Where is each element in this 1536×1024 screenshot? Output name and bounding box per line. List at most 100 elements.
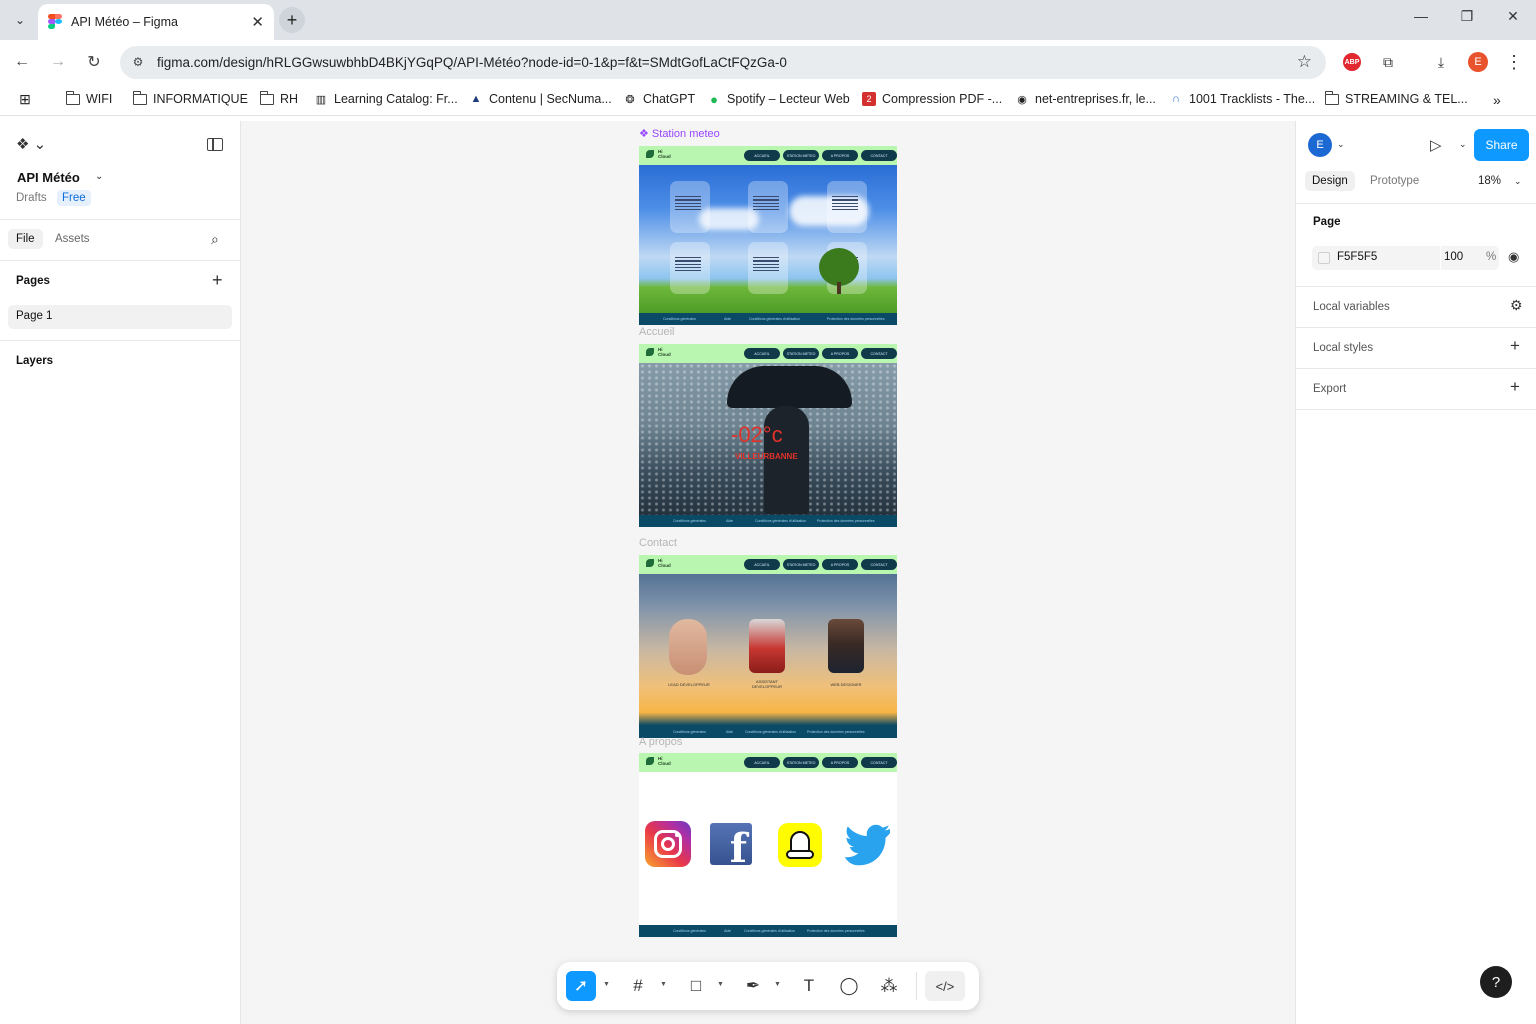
reload-icon[interactable]: ↻ [82, 50, 106, 74]
chevron-down-icon[interactable]: ▼ [660, 981, 667, 988]
nav-contact[interactable]: CONTACT [861, 150, 897, 161]
nav-a-propos[interactable]: A PROPOS [822, 348, 858, 359]
nav-contact[interactable]: CONTACT [861, 757, 897, 768]
zoom-level[interactable]: 18% [1478, 175, 1501, 187]
tab-prototype[interactable]: Prototype [1363, 171, 1426, 191]
footer-link[interactable]: Protection des données personnelles [807, 929, 865, 933]
bookmark-secnum[interactable]: ▲ Contenu | SecNuma... [469, 92, 612, 106]
apps-grid-icon[interactable]: ⊞ [18, 91, 32, 107]
chevron-down-icon[interactable]: ⌄ [1459, 139, 1467, 150]
profile-avatar[interactable]: E [1468, 52, 1488, 72]
site-settings-icon[interactable]: ⚙ [128, 52, 148, 72]
tab-close-icon[interactable]: ✕ [251, 13, 264, 31]
move-tool-icon[interactable]: ➚ [566, 971, 596, 1001]
tab-search-chevron-icon[interactable]: ⌄ [8, 8, 32, 32]
color-swatch[interactable] [1318, 252, 1330, 264]
frame-tool-icon[interactable]: # [623, 971, 653, 1001]
nav-station-meteo[interactable]: STATION METEO [783, 757, 819, 768]
chevron-down-icon[interactable]: ▼ [774, 981, 781, 988]
nav-contact[interactable]: CONTACT [861, 348, 897, 359]
local-styles-row[interactable]: Local styles [1313, 342, 1373, 354]
footer-link[interactable]: Conditions générales d'utilisation [745, 730, 796, 734]
chevron-down-icon[interactable]: ▼ [603, 981, 610, 988]
frame-label-contact[interactable]: Contact [639, 537, 677, 549]
bookmark-streaming[interactable]: STREAMING & TEL... [1325, 90, 1468, 106]
local-variables-row[interactable]: Local variables [1313, 301, 1390, 313]
frame-station-meteo[interactable]: Hi Cloud ACCUEIL STATION METEO A PROPOS … [639, 146, 897, 325]
footer-link[interactable]: Aide [726, 519, 733, 523]
collapse-panel-icon[interactable] [207, 138, 223, 151]
nav-station-meteo[interactable]: STATION METEO [783, 559, 819, 570]
extensions-icon[interactable]: ⧉ [1377, 51, 1399, 73]
page-opacity[interactable]: 100 [1444, 251, 1463, 263]
present-play-icon[interactable]: ▷ [1430, 136, 1442, 154]
footer-link[interactable]: Protection des données personnelles [807, 730, 865, 734]
variables-settings-icon[interactable]: ⚙ [1510, 297, 1523, 314]
add-page-icon[interactable]: + [212, 270, 223, 291]
maximize-icon[interactable]: ❐ [1455, 8, 1479, 25]
nav-a-propos[interactable]: A PROPOS [822, 150, 858, 161]
text-tool-icon[interactable]: T [794, 971, 824, 1001]
footer-link[interactable]: Aide [726, 730, 733, 734]
footer-link[interactable]: Conditions générales [673, 929, 706, 933]
nav-a-propos[interactable]: A PROPOS [822, 757, 858, 768]
footer-link[interactable]: Conditions générales [673, 730, 706, 734]
bookmark-informatique[interactable]: INFORMATIQUE [133, 90, 248, 106]
nav-accueil[interactable]: ACCUEIL [744, 757, 780, 768]
bookmark-1001-tracklists[interactable]: ∩ 1001 Tracklists - The... [1169, 92, 1315, 106]
export-row[interactable]: Export [1313, 383, 1346, 395]
frame-a-propos[interactable]: Hi Cloud ACCUEIL STATION METEO A PROPOS … [639, 753, 897, 937]
pen-tool-icon[interactable]: ✒ [738, 971, 768, 1001]
footer-link[interactable]: Conditions générales d'utilisation [744, 929, 795, 933]
download-icon[interactable]: ⤓ [1430, 51, 1452, 73]
actions-tool-icon[interactable]: ⁂ [874, 971, 904, 1001]
bookmark-chatgpt[interactable]: ❂ ChatGPT [623, 92, 695, 106]
footer-link[interactable]: Conditions générales [673, 519, 706, 523]
design-canvas[interactable]: ❖ Station meteo Hi Cloud ACCUEIL STATION… [241, 121, 1295, 1024]
file-name[interactable]: API Météo [17, 170, 80, 185]
figma-menu-icon[interactable]: ❖ ⌄ [16, 135, 46, 153]
nav-contact[interactable]: CONTACT [861, 559, 897, 570]
chevron-down-icon[interactable]: ⌄ [1514, 176, 1522, 187]
bookmark-compression-pdf[interactable]: 2 Compression PDF -... [862, 92, 1002, 106]
nav-a-propos[interactable]: A PROPOS [822, 559, 858, 570]
nav-station-meteo[interactable]: STATION METEO [783, 348, 819, 359]
frame-label-station-meteo[interactable]: ❖ Station meteo [639, 127, 720, 140]
nav-accueil[interactable]: ACCUEIL [744, 559, 780, 570]
frame-label-a-propos[interactable]: A propos [639, 736, 682, 748]
forward-icon[interactable]: → [46, 50, 70, 74]
page-color-hex[interactable]: F5F5F5 [1337, 251, 1377, 263]
frame-accueil[interactable]: Hi Cloud ACCUEIL STATION METEO A PROPOS … [639, 344, 897, 527]
comment-tool-icon[interactable]: ◯ [834, 971, 864, 1001]
footer-link[interactable]: Protection des données personnelles [827, 317, 885, 321]
new-tab-icon[interactable]: + [279, 7, 305, 33]
page-color-field[interactable]: F5F5F5 100 % [1312, 246, 1499, 270]
bookmark-star-icon[interactable]: ☆ [1297, 52, 1312, 72]
adblock-icon[interactable]: ABP [1343, 53, 1361, 71]
rectangle-tool-icon[interactable]: □ [681, 971, 711, 1001]
help-button[interactable]: ? [1480, 966, 1512, 998]
nav-accueil[interactable]: ACCUEIL [744, 348, 780, 359]
dev-mode-icon[interactable]: </> [925, 971, 965, 1001]
bookmark-spotify[interactable]: ● Spotify – Lecteur Web [707, 92, 850, 107]
tab-file[interactable]: File [8, 229, 43, 249]
share-button[interactable]: Share [1474, 129, 1529, 161]
window-close-icon[interactable]: ✕ [1501, 8, 1525, 25]
bookmark-rh[interactable]: RH [260, 90, 298, 106]
bookmark-wifi[interactable]: WIFI [66, 90, 112, 106]
browser-tab-active[interactable]: API Météo – Figma ✕ [38, 4, 274, 40]
footer-link[interactable]: Conditions générales [663, 317, 696, 321]
user-avatar[interactable]: E [1308, 133, 1332, 157]
footer-link[interactable]: Conditions générales d'utilisation [749, 317, 800, 321]
nav-station-meteo[interactable]: STATION METEO [783, 150, 819, 161]
browser-menu-icon[interactable]: ⋮ [1503, 51, 1525, 73]
tab-design[interactable]: Design [1305, 171, 1355, 191]
add-export-icon[interactable]: + [1510, 377, 1520, 397]
chevron-down-icon[interactable]: ⌄ [95, 171, 103, 182]
tab-assets[interactable]: Assets [55, 233, 90, 245]
frame-label-accueil[interactable]: Accueil [639, 326, 674, 338]
bookmark-learning-catalog[interactable]: ▥ Learning Catalog: Fr... [314, 92, 458, 106]
footer-link[interactable]: Conditions générales d'utilisation [755, 519, 806, 523]
more-bookmarks-icon[interactable]: » [1493, 92, 1501, 108]
back-icon[interactable]: ← [10, 50, 34, 74]
